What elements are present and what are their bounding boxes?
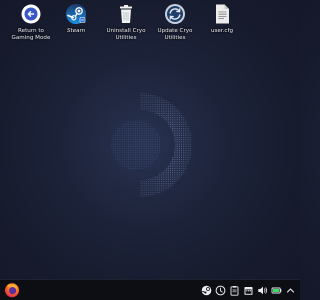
- firefox-launcher[interactable]: [4, 282, 20, 298]
- taskbar: [0, 279, 300, 300]
- steam-tray-icon: [201, 285, 212, 295]
- tray-volume[interactable]: [257, 285, 268, 296]
- battery-icon: [271, 287, 282, 293]
- trash-icon: [120, 5, 132, 23]
- desktop: Return to Gaming Mode Steam Uninstall Cr…: [0, 0, 300, 279]
- tray-clipboard[interactable]: [229, 285, 240, 296]
- icon-label: Steam: [66, 28, 86, 34]
- system-tray: [201, 285, 300, 296]
- desktop-icon-uninstall-cryo-utilities[interactable]: Uninstall Cryo Utilities: [98, 3, 154, 42]
- clipboard-icon: [230, 285, 239, 296]
- icon-label: Uninstall Cryo Utilities: [106, 28, 146, 42]
- icon-label: user.cfg: [210, 28, 234, 34]
- desktop-icon-steam[interactable]: Steam: [48, 3, 104, 35]
- firefox-icon: [5, 283, 19, 298]
- steam-icon: [66, 4, 86, 24]
- tray-update[interactable]: [215, 285, 226, 296]
- desktop-icon-user-cfg[interactable]: user.cfg: [194, 3, 250, 35]
- icon-label: Update Cryo Utilities: [157, 28, 193, 42]
- return-gaming-mode-icon: [21, 4, 41, 24]
- volume-icon: [258, 286, 267, 294]
- tray-calendar[interactable]: [243, 285, 254, 296]
- calendar-icon: [244, 286, 253, 295]
- chevron-up-icon: [286, 287, 295, 293]
- update-tray-icon: [215, 285, 226, 295]
- text-file-icon: [216, 4, 229, 24]
- update-icon: [165, 4, 185, 24]
- tray-expand[interactable]: [285, 285, 296, 296]
- icon-label: Return to Gaming Mode: [11, 28, 51, 42]
- tray-steam[interactable]: [201, 285, 212, 296]
- tray-battery[interactable]: [271, 285, 282, 296]
